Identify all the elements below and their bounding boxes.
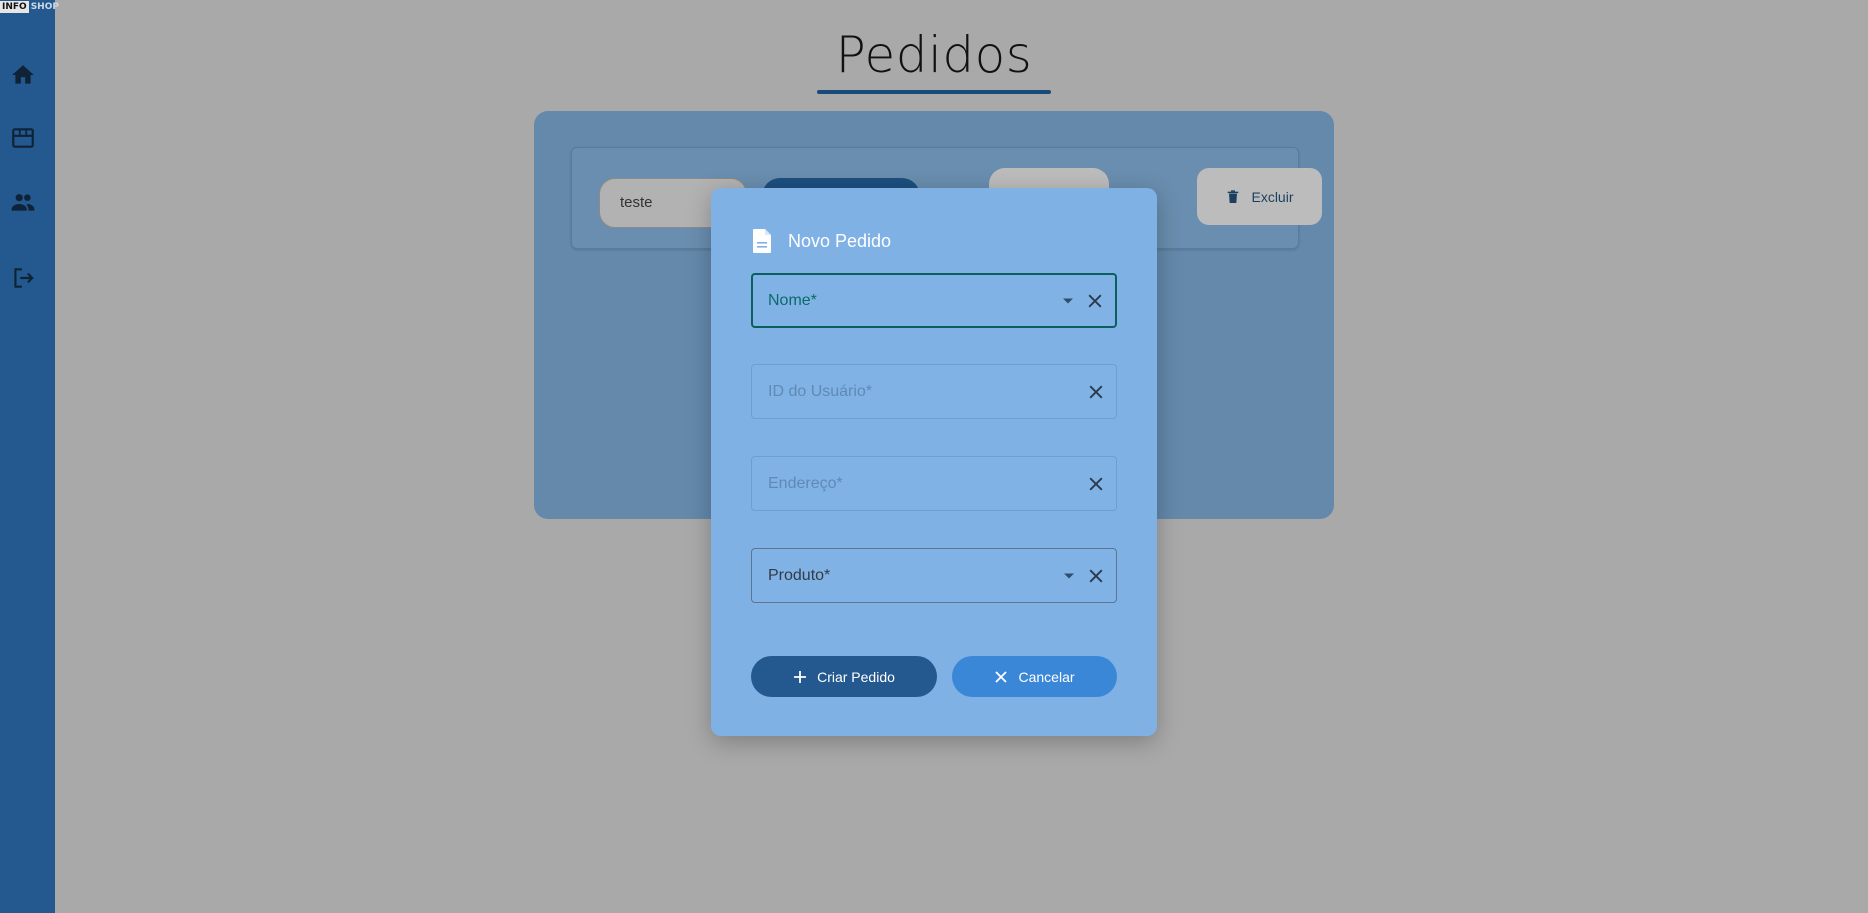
address-field[interactable]: Endereço* <box>751 456 1117 511</box>
user-id-field[interactable]: ID do Usuário* <box>751 364 1117 419</box>
sidebar-item-logout[interactable] <box>10 265 36 291</box>
people-icon <box>11 194 35 211</box>
create-order-label: Criar Pedido <box>817 668 895 685</box>
clear-icon[interactable] <box>1086 566 1106 586</box>
nome-label: Nome* <box>768 291 817 309</box>
app-logo: INFO SHOP <box>0 0 59 13</box>
logo-part-info: INFO <box>0 0 29 13</box>
sidebar-item-home[interactable] <box>10 62 36 88</box>
dialog-header: Novo Pedido <box>751 228 891 254</box>
page-title: Pedidos <box>835 26 1033 84</box>
plus-icon <box>794 670 807 683</box>
close-icon <box>995 670 1008 683</box>
delete-button[interactable]: Excluir <box>1197 168 1322 225</box>
sidebar-item-users[interactable] <box>10 189 36 215</box>
document-icon <box>753 229 771 253</box>
sidebar: INFO SHOP <box>0 0 59 913</box>
cancel-label: Cancelar <box>1018 668 1075 685</box>
new-order-dialog: Novo Pedido Nome* ID do Usuário* Endereç… <box>711 188 1157 736</box>
dropdown-arrow-icon[interactable] <box>1063 298 1073 303</box>
clear-icon[interactable] <box>1086 382 1106 402</box>
clear-icon[interactable] <box>1085 291 1105 311</box>
address-label: Endereço* <box>768 474 843 492</box>
trash-icon <box>1228 189 1239 203</box>
clear-icon[interactable] <box>1086 474 1106 494</box>
cancel-button[interactable]: Cancelar <box>952 656 1117 697</box>
create-order-button[interactable]: Criar Pedido <box>751 656 937 697</box>
logo-part-shop: SHOP <box>30 1 59 12</box>
title-underline <box>817 90 1051 94</box>
dropdown-arrow-icon[interactable] <box>1064 573 1074 578</box>
user-id-label: ID do Usuário* <box>768 382 873 400</box>
home-icon <box>12 65 34 84</box>
logout-icon <box>14 268 34 288</box>
edit-button[interactable] <box>989 168 1109 188</box>
dialog-title: Novo Pedido <box>788 230 892 251</box>
product-select[interactable]: Produto* <box>751 548 1117 603</box>
delete-button-label: Excluir <box>1251 188 1294 205</box>
sidebar-item-store[interactable] <box>10 125 36 151</box>
store-icon <box>12 128 34 148</box>
nome-select[interactable]: Nome* <box>751 273 1117 328</box>
product-label: Produto* <box>768 566 831 584</box>
